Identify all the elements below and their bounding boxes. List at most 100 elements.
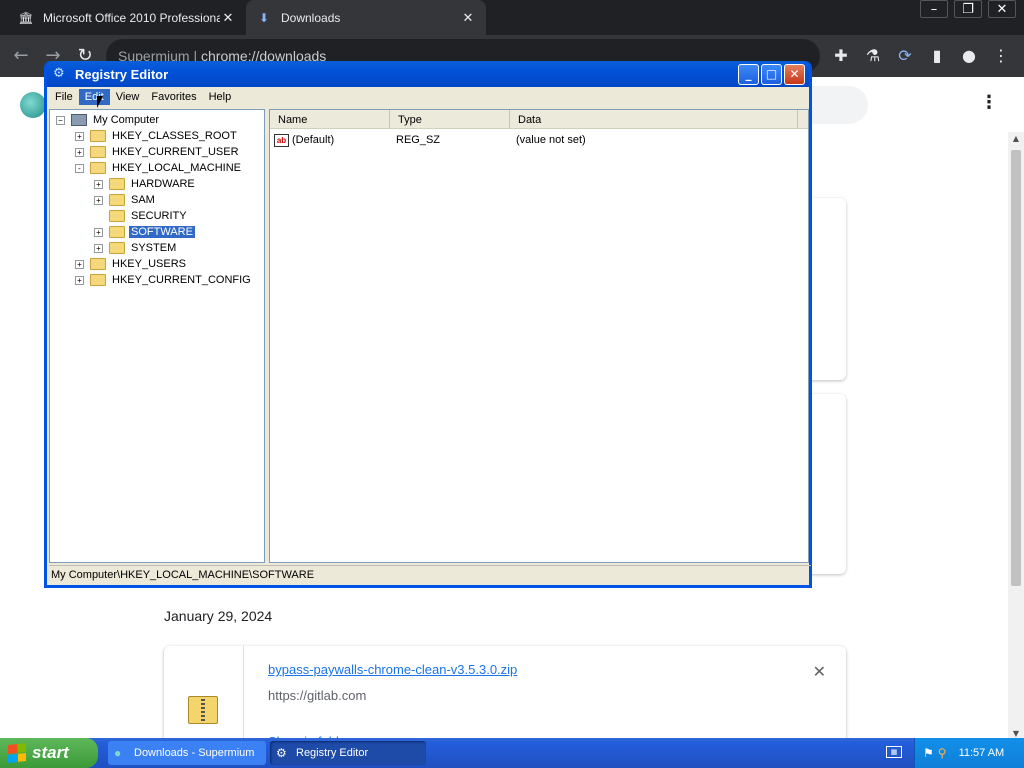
clock[interactable]: 11:57 AM — [959, 747, 1005, 759]
scrollbar-thumb[interactable] — [1011, 150, 1021, 586]
zip-file-icon — [188, 696, 218, 724]
tree-node-software[interactable]: + SOFTWARE — [94, 224, 196, 240]
menu-help[interactable]: Help — [203, 89, 238, 105]
scroll-down-icon[interactable]: ▼ — [1008, 729, 1024, 738]
keyboard-icon[interactable]: ▦ — [886, 746, 902, 758]
sidepanel-icon[interactable]: ▮ — [926, 45, 948, 67]
download-card-edge — [810, 394, 846, 574]
tree-node-my-computer[interactable]: − My Computer — [56, 112, 161, 128]
column-data[interactable]: Data — [510, 110, 798, 129]
download-filename-link[interactable]: bypass-paywalls-chrome-clean-v3.5.3.0.zi… — [268, 662, 517, 677]
folder-icon — [109, 242, 125, 254]
file-icon-column — [164, 646, 244, 746]
download-icon: ⬇ — [258, 10, 270, 25]
tree-node-hkcu[interactable]: + HKEY_CURRENT_USER — [75, 144, 241, 160]
window-titlebar[interactable]: ⚙ Registry Editor _ □ ✕ — [47, 61, 809, 87]
close-tab-icon[interactable]: ✕ — [220, 10, 236, 26]
expand-icon[interactable]: + — [94, 227, 103, 237]
download-source-url: https://gitlab.com — [268, 688, 367, 703]
browser-window-controls: – ❐ ✕ — [914, 0, 1016, 18]
menu-view[interactable]: View — [110, 89, 146, 105]
expand-icon[interactable]: + — [94, 243, 103, 253]
network-icon[interactable]: ⚑ — [923, 746, 934, 760]
menu-edit[interactable]: Edit — [78, 89, 110, 105]
mouse-cursor-icon — [97, 96, 103, 108]
page-scrollbar[interactable]: ▲ ▼ — [1008, 132, 1024, 740]
regedit-icon: ⚙ — [53, 66, 65, 81]
profile-avatar-icon[interactable]: ● — [958, 45, 980, 67]
status-bar: My Computer\HKEY_LOCAL_MACHINE\SOFTWARE — [49, 565, 811, 583]
folder-icon — [109, 178, 125, 190]
back-icon[interactable]: ← — [8, 43, 34, 69]
regedit-icon: ⚙ — [276, 746, 287, 760]
system-tray: ⚑ ⚲ 11:57 AM — [914, 738, 1024, 768]
minimize-button[interactable]: _ — [738, 63, 759, 85]
menu-favorites[interactable]: Favorites — [145, 89, 202, 105]
window-body: File Edit View Favorites Help − My Compu… — [47, 87, 811, 585]
tree-node-hklm[interactable]: - HKEY_LOCAL_MACHINE — [75, 160, 243, 176]
tree-node-hardware[interactable]: + HARDWARE — [94, 176, 197, 192]
tree-node-hkcc[interactable]: + HKEY_CURRENT_CONFIG — [75, 272, 253, 288]
flask-icon[interactable]: ⚗ — [862, 45, 884, 67]
taskbar: start ● Downloads - Supermium ⚙ Registry… — [0, 738, 1024, 768]
download-card-edge — [810, 198, 846, 380]
registry-editor-window: ⚙ Registry Editor _ □ ✕ File Edit View F… — [44, 61, 812, 588]
museum-icon: 🏛 — [18, 10, 34, 25]
restore-icon[interactable]: ❐ — [954, 0, 982, 18]
downloads-logo — [20, 92, 46, 118]
collapse-icon[interactable]: - — [75, 163, 84, 173]
expand-icon[interactable]: + — [94, 195, 103, 205]
tree-node-system[interactable]: + SYSTEM — [94, 240, 178, 256]
expand-icon[interactable]: + — [94, 179, 103, 189]
folder-icon — [109, 194, 125, 206]
expand-icon[interactable]: + — [75, 259, 84, 269]
folder-icon — [90, 130, 106, 142]
start-button[interactable]: start — [0, 738, 98, 768]
tree-node-security[interactable]: SECURITY — [109, 208, 189, 224]
menu-icon[interactable]: ⋮ — [990, 45, 1012, 67]
values-list[interactable]: Name Type Data ab (Default) REG_SZ (valu… — [269, 109, 809, 563]
scroll-up-icon[interactable]: ▲ — [1008, 134, 1024, 143]
collapse-icon[interactable]: − — [56, 115, 65, 125]
maximize-button[interactable]: □ — [761, 63, 782, 85]
tab-office[interactable]: 🏛 Microsoft Office 2010 Professional P ✕ — [8, 0, 246, 35]
registry-tree[interactable]: − My Computer + HKEY_CLASSES_ROOT + HKEY… — [49, 109, 265, 563]
folder-icon — [90, 162, 106, 174]
tree-node-hkcr[interactable]: + HKEY_CLASSES_ROOT — [75, 128, 239, 144]
string-value-icon: ab — [274, 133, 289, 147]
taskbar-button-registry[interactable]: ⚙ Registry Editor — [270, 741, 426, 765]
close-button[interactable]: ✕ — [784, 63, 805, 85]
open-folder-icon — [109, 226, 125, 238]
browser-tabstrip: 🏛 Microsoft Office 2010 Professional P ✕… — [0, 0, 1024, 35]
menu-file[interactable]: File — [49, 89, 79, 105]
menu-bar: File Edit View Favorites Help — [47, 87, 809, 107]
minimize-icon[interactable]: – — [920, 0, 948, 18]
extensions-icon[interactable]: ✚ — [830, 45, 852, 67]
taskbar-button-downloads[interactable]: ● Downloads - Supermium — [108, 741, 266, 765]
tree-node-hku[interactable]: + HKEY_USERS — [75, 256, 188, 272]
computer-icon — [71, 114, 87, 126]
download-card: bypass-paywalls-chrome-clean-v3.5.3.0.zi… — [164, 646, 846, 746]
folder-icon — [90, 274, 106, 286]
close-icon[interactable]: ✕ — [988, 0, 1016, 18]
tab-downloads[interactable]: ⬇ Downloads ✕ — [246, 0, 486, 35]
tree-node-sam[interactable]: + SAM — [94, 192, 157, 208]
folder-icon — [90, 146, 106, 158]
expand-icon[interactable]: + — [75, 147, 84, 157]
more-actions-icon[interactable]: ⋮ — [980, 92, 998, 113]
expand-icon[interactable]: + — [75, 275, 84, 285]
column-name[interactable]: Name — [270, 110, 390, 129]
extension-sync-icon[interactable]: ⟳ — [894, 45, 916, 67]
list-header: Name Type Data — [270, 110, 808, 129]
close-tab-icon[interactable]: ✕ — [460, 10, 476, 26]
folder-icon — [109, 210, 125, 222]
download-date-header: January 29, 2024 — [164, 608, 273, 624]
supermium-icon: ● — [114, 746, 122, 760]
expand-icon[interactable]: + — [75, 131, 84, 141]
list-item[interactable]: ab (Default) REG_SZ (value not set) — [274, 132, 586, 148]
column-type[interactable]: Type — [390, 110, 510, 129]
folder-icon — [90, 258, 106, 270]
remove-download-icon[interactable]: ✕ — [813, 662, 826, 681]
windows-logo-icon — [8, 743, 26, 763]
search-icon[interactable]: ⚲ — [938, 746, 947, 760]
